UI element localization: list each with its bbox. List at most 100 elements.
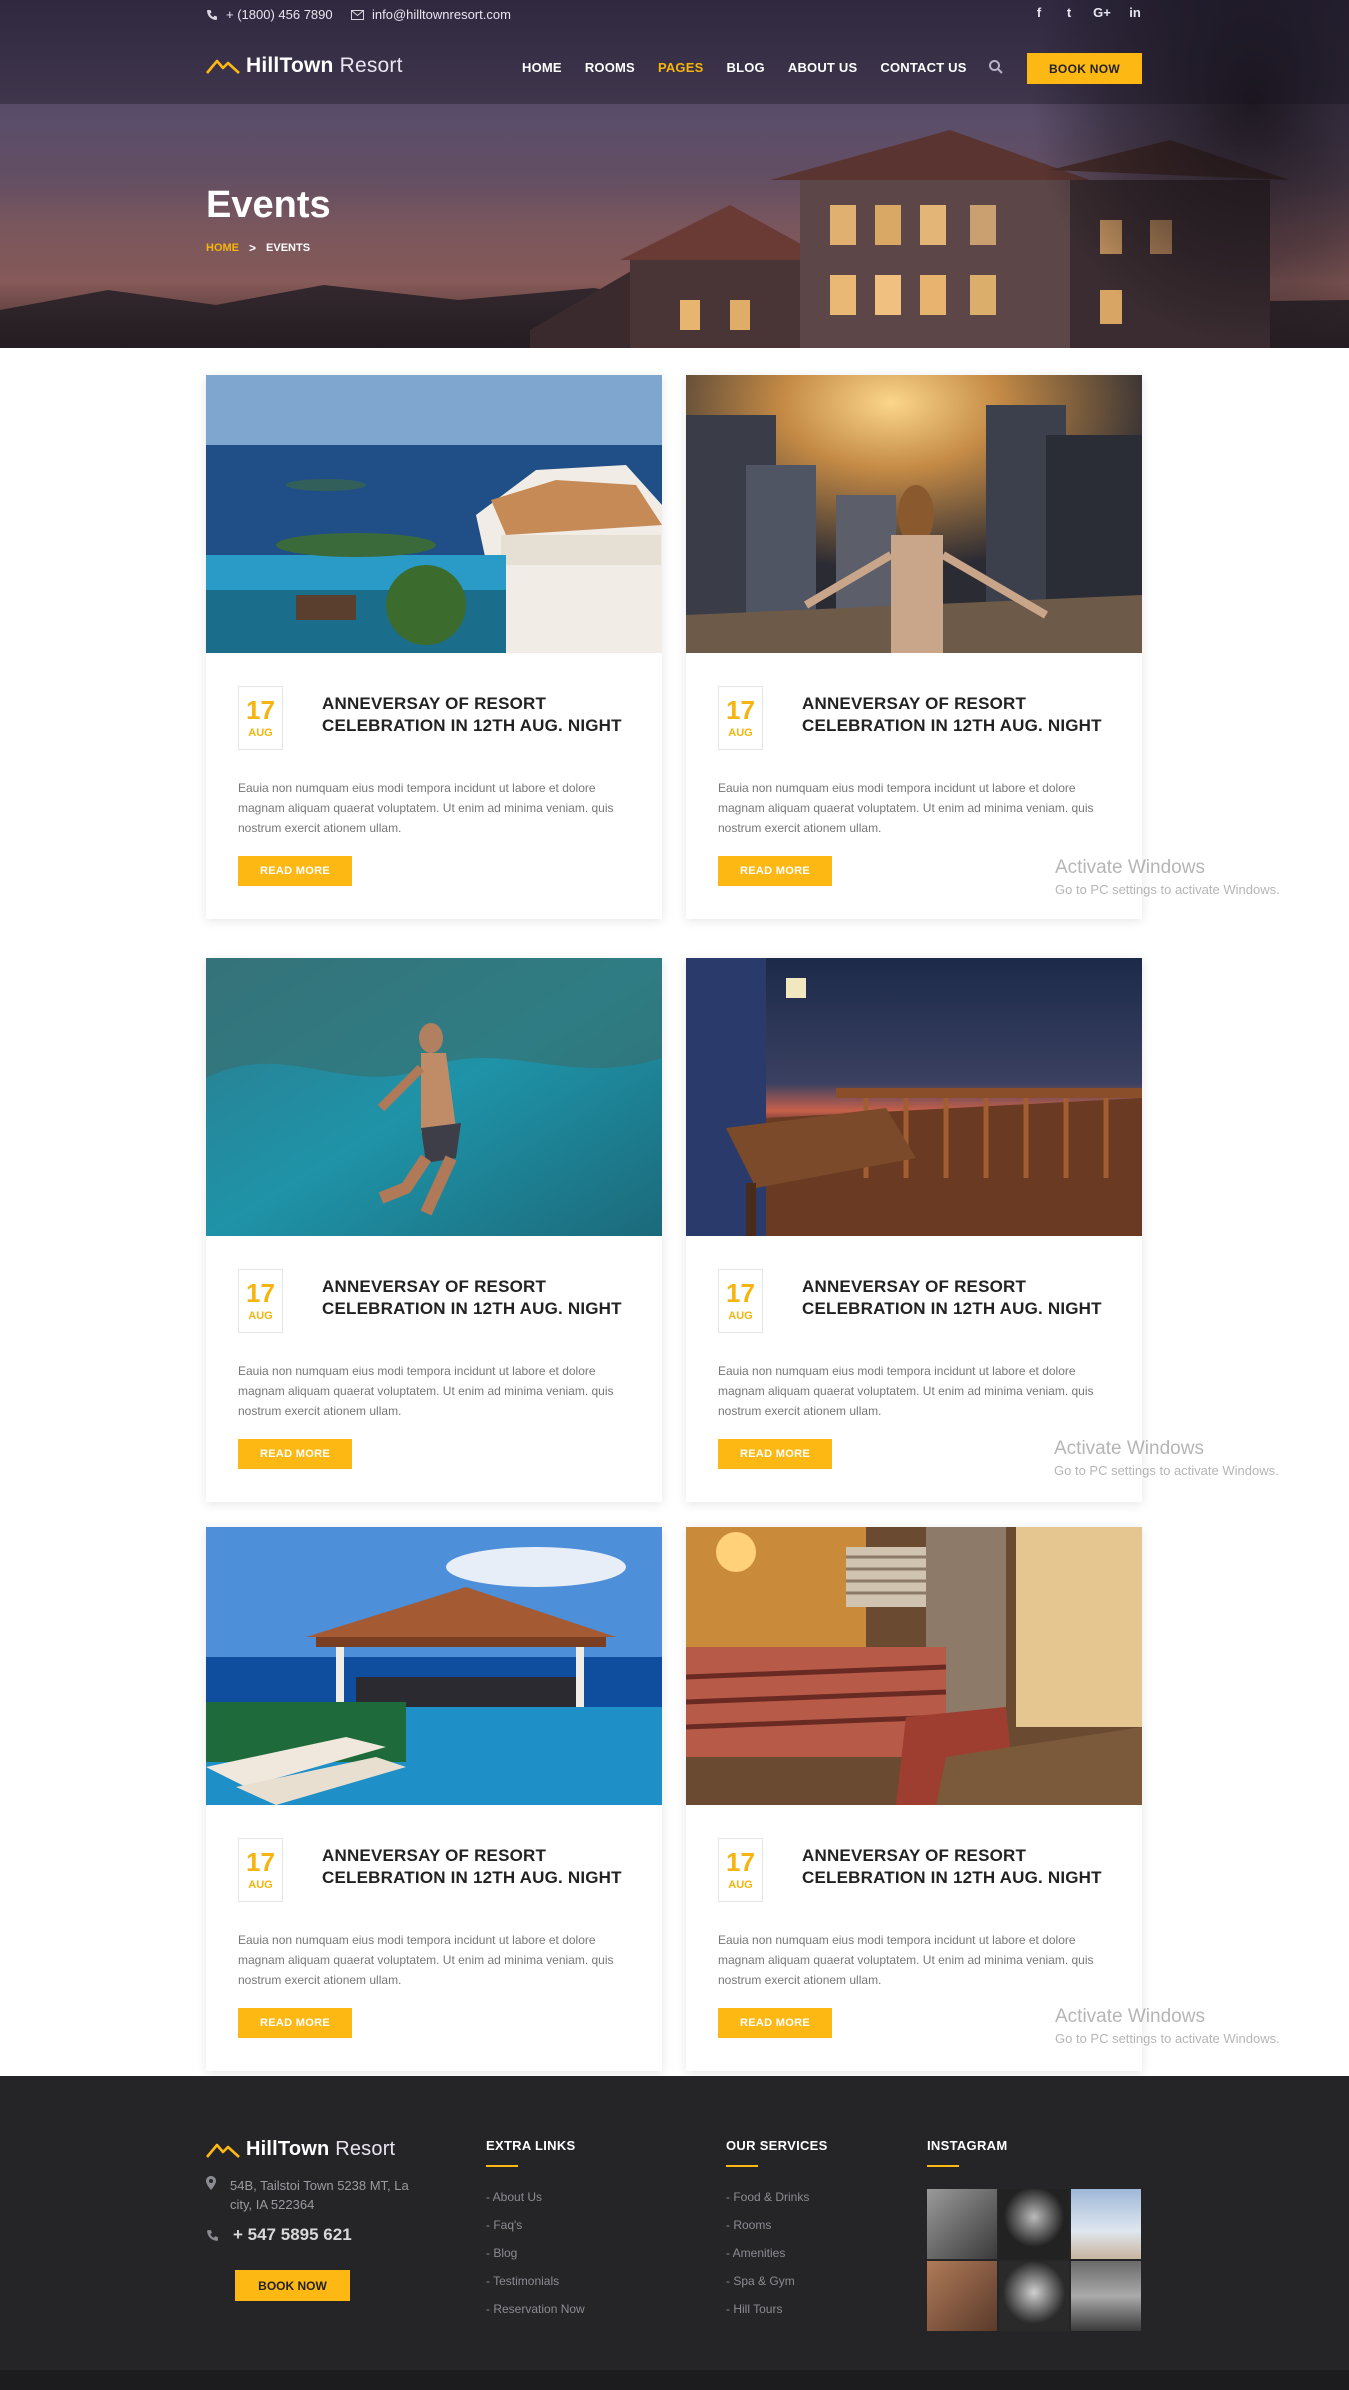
instagram-photo[interactable] <box>1071 2261 1141 2331</box>
top-email-text: info@hilltownresort.com <box>372 7 511 22</box>
footer-link-faqs[interactable]: - Faq's <box>486 2211 585 2239</box>
book-now-button[interactable]: BOOK NOW <box>1027 53 1142 84</box>
instagram-grid <box>927 2189 1141 2331</box>
nav-about-us[interactable]: ABOUT US <box>788 60 858 75</box>
breadcrumb-separator: > <box>249 241 257 255</box>
nav-home[interactable]: HOME <box>522 60 562 75</box>
event-description: Eauia non numquam eius modi tempora inci… <box>718 1364 1094 1418</box>
event-image-cliff-jump[interactable] <box>206 958 662 1236</box>
footer-phone-number: + 547 5895 621 <box>233 2225 352 2244</box>
logo-text: HillTown Resort <box>246 2138 396 2160</box>
page-title: Events <box>206 184 331 226</box>
instagram-photo[interactable] <box>927 2261 997 2331</box>
read-more-button[interactable]: READ MORE <box>718 1439 832 1469</box>
footer-extra-links: EXTRA LINKS - About Us - Faq's - Blog - … <box>486 2138 585 2323</box>
event-image-sunset-deck[interactable] <box>686 958 1142 1236</box>
event-day: 17 <box>246 1847 275 1877</box>
event-title[interactable]: ANNEVERSAY OF RESORT CELEBRATION IN 12TH… <box>322 1845 642 1889</box>
footer-link-testimonials[interactable]: - Testimonials <box>486 2267 585 2295</box>
footer-service-food[interactable]: - Food & Drinks <box>726 2183 828 2211</box>
footer-phone[interactable]: + 547 5895 621 <box>206 2225 352 2245</box>
instagram-photo[interactable] <box>999 2189 1069 2259</box>
site-logo[interactable]: HillTown Resort <box>206 54 403 78</box>
event-description: Eauia non numquam eius modi tempora inci… <box>238 781 614 835</box>
breadcrumb: HOME > EVENTS <box>206 241 310 255</box>
event-description: Eauia non numquam eius modi tempora inci… <box>238 1933 614 1987</box>
event-title[interactable]: ANNEVERSAY OF RESORT CELEBRATION IN 12TH… <box>802 693 1122 737</box>
google-plus-icon[interactable]: G+ <box>1092 5 1112 20</box>
event-image-city-balcony[interactable] <box>686 375 1142 653</box>
site-footer: HillTown Resort 54B, Tailstoi Town 5238 … <box>0 2076 1349 2390</box>
nav-pages[interactable]: PAGES <box>658 60 704 75</box>
footer-service-tours[interactable]: - Hill Tours <box>726 2295 828 2323</box>
event-day: 17 <box>726 1278 755 1308</box>
footer-book-now-button[interactable]: BOOK NOW <box>235 2270 350 2301</box>
twitter-icon[interactable]: t <box>1062 5 1076 20</box>
event-date: 17 AUG <box>718 686 763 750</box>
event-card: 17 AUG ANNEVERSAY OF RESORT CELEBRATION … <box>686 958 1142 1502</box>
event-title[interactable]: ANNEVERSAY OF RESORT CELEBRATION IN 12TH… <box>802 1845 1122 1889</box>
read-more-button[interactable]: READ MORE <box>238 1439 352 1469</box>
event-title[interactable]: ANNEVERSAY OF RESORT CELEBRATION IN 12TH… <box>322 1276 642 1320</box>
top-phone-text: + (1800) 456 7890 <box>226 7 333 22</box>
breadcrumb-current: EVENTS <box>266 242 311 254</box>
mountain-logo-icon <box>206 59 240 74</box>
logo-text: HillTown Resort <box>246 54 403 77</box>
event-date: 17 AUG <box>718 1838 763 1902</box>
social-links: f t G+ in <box>1032 5 1142 20</box>
event-description: Eauia non numquam eius modi tempora inci… <box>718 781 1094 835</box>
instagram-photo[interactable] <box>999 2261 1069 2331</box>
read-more-button[interactable]: READ MORE <box>718 856 832 886</box>
footer-link-blog[interactable]: - Blog <box>486 2239 585 2267</box>
footer-instagram-title: INSTAGRAM <box>927 2138 1008 2153</box>
footer-service-rooms[interactable]: - Rooms <box>726 2211 828 2239</box>
footer-instagram: INSTAGRAM <box>927 2138 1007 2167</box>
event-month: AUG <box>728 1310 753 1322</box>
instagram-photo[interactable] <box>927 2189 997 2259</box>
event-image-resort-pool[interactable] <box>206 375 662 653</box>
footer-address: 54B, Tailstoi Town 5238 MT, La city, IA … <box>206 2176 415 2214</box>
phone-icon <box>207 2229 218 2241</box>
event-description: Eauia non numquam eius modi tempora inci… <box>238 1364 614 1418</box>
event-month: AUG <box>248 1879 273 1891</box>
footer-link-reservation[interactable]: - Reservation Now <box>486 2295 585 2323</box>
footer-bottom-bar <box>0 2370 1349 2390</box>
event-image-beach-cabana[interactable] <box>206 1527 662 1805</box>
event-title[interactable]: ANNEVERSAY OF RESORT CELEBRATION IN 12TH… <box>322 693 642 737</box>
event-title[interactable]: ANNEVERSAY OF RESORT CELEBRATION IN 12TH… <box>802 1276 1122 1320</box>
read-more-button[interactable]: READ MORE <box>238 2008 352 2038</box>
read-more-button[interactable]: READ MORE <box>718 2008 832 2038</box>
map-pin-icon <box>206 2176 216 2190</box>
footer-service-amenities[interactable]: - Amenities <box>726 2239 828 2267</box>
primary-menu: HOME ROOMS PAGES BLOG ABOUT US CONTACT U… <box>522 60 990 75</box>
event-date: 17 AUG <box>238 1269 283 1333</box>
footer-logo[interactable]: HillTown Resort <box>206 2138 395 2161</box>
top-bar: + (1800) 456 7890 info@hilltownresort.co… <box>0 0 1349 30</box>
event-day: 17 <box>246 695 275 725</box>
nav-rooms[interactable]: ROOMS <box>585 60 635 75</box>
envelope-icon <box>351 9 364 20</box>
breadcrumb-home[interactable]: HOME <box>206 242 239 254</box>
instagram-photo[interactable] <box>1071 2189 1141 2259</box>
facebook-icon[interactable]: f <box>1032 5 1046 20</box>
activate-windows-watermark: Activate Windows Go to PC settings to ac… <box>1054 1438 1279 1478</box>
top-phone[interactable]: + (1800) 456 7890 <box>206 7 333 22</box>
nav-blog[interactable]: BLOG <box>727 60 765 75</box>
linkedin-icon[interactable]: in <box>1128 5 1142 20</box>
read-more-button[interactable]: READ MORE <box>238 856 352 886</box>
footer-service-spa[interactable]: - Spa & Gym <box>726 2267 828 2295</box>
activate-windows-watermark: Activate Windows Go to PC settings to ac… <box>1055 2006 1280 2046</box>
phone-icon <box>207 9 217 20</box>
search-icon[interactable] <box>988 59 1004 75</box>
footer-extra-links-title: EXTRA LINKS <box>486 2138 576 2153</box>
main-navbar: HillTown Resort HOME ROOMS PAGES BLOG AB… <box>0 30 1349 104</box>
event-image-hotel-room[interactable] <box>686 1527 1142 1805</box>
page-header-hero: + (1800) 456 7890 info@hilltownresort.co… <box>0 0 1349 348</box>
footer-link-about-us[interactable]: - About Us <box>486 2183 585 2211</box>
nav-contact-us[interactable]: CONTACT US <box>880 60 966 75</box>
footer-services-title: OUR SERVICES <box>726 2138 828 2153</box>
event-card: 17 AUG ANNEVERSAY OF RESORT CELEBRATION … <box>206 1527 662 2071</box>
event-month: AUG <box>248 727 273 739</box>
top-email[interactable]: info@hilltownresort.com <box>351 7 511 22</box>
event-day: 17 <box>726 695 755 725</box>
